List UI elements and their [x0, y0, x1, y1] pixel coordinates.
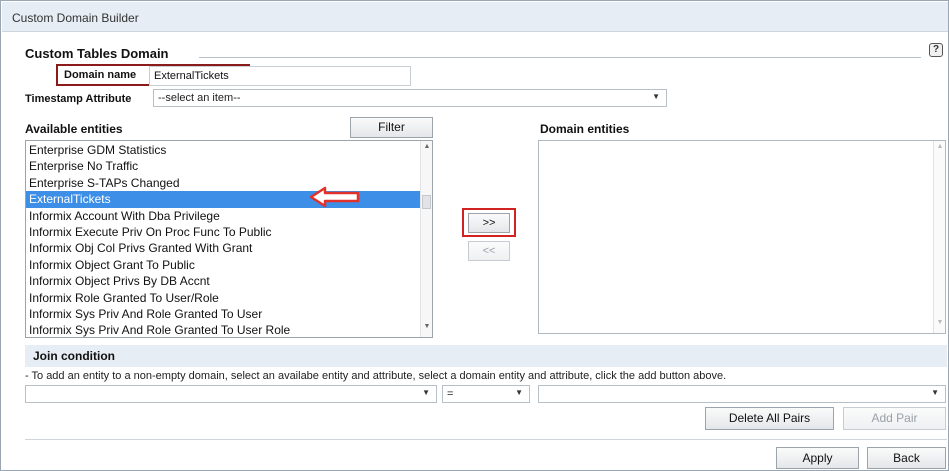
apply-button[interactable]: Apply [776, 447, 859, 469]
custom-domain-builder-window: Custom Domain Builder Custom Tables Doma… [0, 0, 949, 471]
scroll-down-icon[interactable]: ▼ [934, 319, 945, 331]
available-entity-item[interactable]: Enterprise No Traffic [26, 158, 420, 174]
help-icon[interactable]: ? [929, 43, 943, 57]
footer-divider [25, 439, 947, 440]
domain-entities-scrollbar[interactable]: ▲ ▼ [933, 141, 945, 333]
available-entities-title: Available entities [25, 122, 123, 136]
available-entity-item[interactable]: Informix Object Grant To Public [26, 257, 420, 273]
domain-entities-listbox[interactable]: ▲ ▼ [538, 140, 946, 334]
scroll-thumb[interactable] [422, 195, 431, 209]
filter-button[interactable]: Filter [350, 117, 433, 138]
back-button[interactable]: Back [867, 447, 946, 469]
available-entity-item[interactable]: Informix Role Granted To User/Role [26, 290, 420, 306]
window-title: Custom Domain Builder [12, 11, 139, 25]
available-entity-item[interactable]: Enterprise GDM Statistics [26, 142, 420, 158]
section-divider [199, 57, 921, 58]
available-entities-listbox[interactable]: Enterprise GDM Statistics Enterprise No T… [25, 140, 433, 338]
chevron-down-icon: ▼ [652, 92, 660, 101]
domain-name-value: ExternalTickets [154, 70, 229, 82]
add-to-domain-button[interactable]: >> [468, 213, 510, 233]
scroll-up-icon[interactable]: ▲ [421, 143, 432, 155]
available-entities-scrollbar[interactable]: ▲ ▼ [420, 141, 432, 337]
add-pair-button[interactable]: Add Pair [843, 407, 946, 430]
available-entity-item[interactable]: Informix Execute Priv On Proc Func To Pu… [26, 224, 420, 240]
chevron-down-icon: ▼ [422, 388, 430, 397]
chevron-down-icon: ▼ [931, 388, 939, 397]
scroll-down-icon[interactable]: ▼ [421, 323, 432, 335]
remove-from-domain-button[interactable]: << [468, 241, 510, 261]
section-title: Custom Tables Domain [25, 46, 169, 61]
join-condition-title: Join condition [33, 349, 115, 363]
delete-all-pairs-button[interactable]: Delete All Pairs [705, 407, 834, 430]
domain-name-label: Domain name [64, 69, 137, 81]
scroll-up-icon[interactable]: ▲ [934, 143, 945, 155]
window-titlebar: Custom Domain Builder [2, 2, 948, 32]
timestamp-attribute-label: Timestamp Attribute [25, 93, 132, 105]
join-condition-hint: - To add an entity to a non-empty domain… [25, 370, 727, 382]
domain-name-input[interactable]: ExternalTickets [149, 66, 411, 86]
red-arrow-annotation-icon [309, 186, 360, 208]
timestamp-attribute-value: --select an item-- [158, 92, 241, 104]
timestamp-attribute-select[interactable]: --select an item-- ▼ [153, 89, 667, 107]
chevron-down-icon: ▼ [515, 388, 523, 397]
available-entity-item[interactable]: Informix Object Privs By DB Accnt [26, 273, 420, 289]
join-operator-select[interactable]: = ▼ [442, 385, 530, 403]
available-entity-item[interactable]: Informix Obj Col Privs Granted With Gran… [26, 240, 420, 256]
available-attribute-select[interactable]: ▼ [25, 385, 437, 403]
available-entity-item[interactable]: Informix Account With Dba Privilege [26, 208, 420, 224]
domain-attribute-select[interactable]: ▼ [538, 385, 946, 403]
join-condition-header: Join condition [25, 345, 947, 367]
join-operator-value: = [447, 388, 454, 400]
available-entities-items: Enterprise GDM Statistics Enterprise No T… [26, 142, 420, 337]
available-entity-item[interactable]: Informix Sys Priv And Role Granted To Us… [26, 306, 420, 322]
domain-entities-title: Domain entities [540, 122, 630, 136]
available-entity-item[interactable]: Informix Sys Priv And Role Granted To Us… [26, 322, 420, 337]
